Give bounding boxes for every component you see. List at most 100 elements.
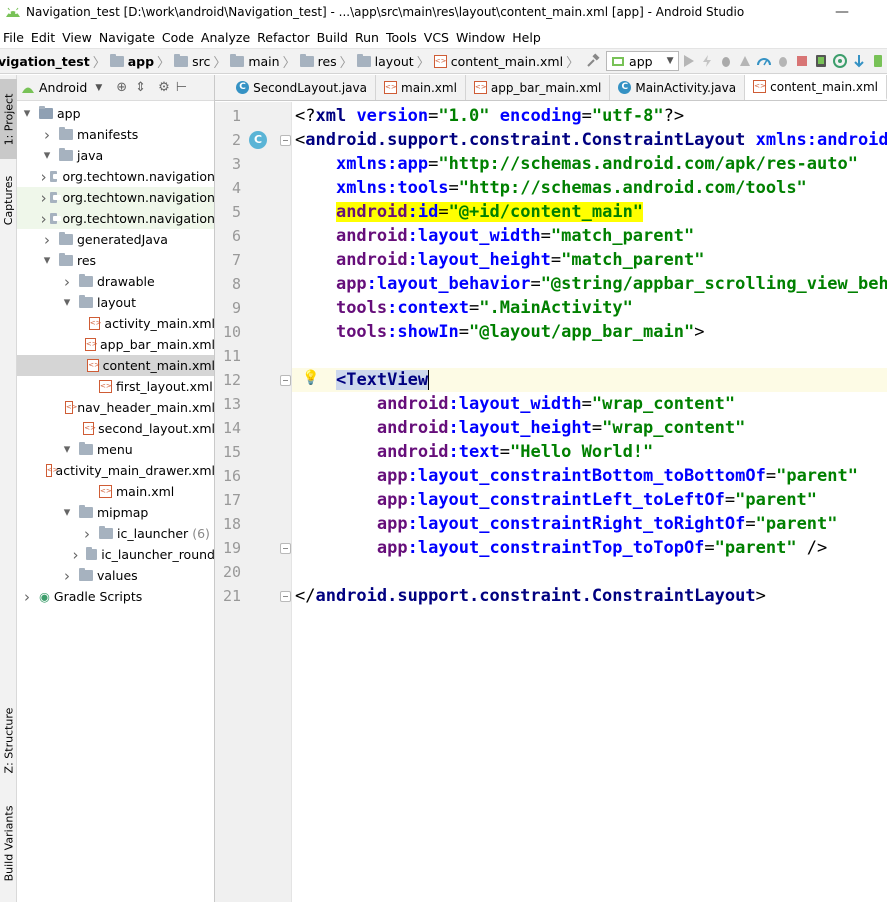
menu-tools[interactable]: Tools	[383, 30, 421, 45]
chevron-right-icon[interactable]: ›	[40, 210, 47, 228]
editor-tab[interactable]: C MainActivity.java	[610, 75, 746, 100]
tree-file-item[interactable]: activity_main.xml	[17, 313, 214, 334]
tree-folder-item[interactable]: › org.techtown.navigation	[17, 166, 214, 187]
editor-tab[interactable]: app_bar_main.xml	[466, 75, 611, 100]
menu-code[interactable]: Code	[159, 30, 198, 45]
line-number: 9	[231, 299, 241, 317]
chevron-right-icon[interactable]: ›	[71, 546, 81, 564]
profile-icon[interactable]	[755, 50, 772, 72]
menu-window[interactable]: Window	[453, 30, 509, 45]
attach-debugger-icon[interactable]	[774, 50, 791, 72]
tree-folder-item[interactable]: ▾ java	[17, 145, 214, 166]
chevron-right-icon[interactable]: ›	[40, 168, 47, 186]
chevron-right-icon[interactable]: ›	[40, 189, 47, 207]
menu-analyze[interactable]: Analyze	[198, 30, 254, 45]
tree-file-item[interactable]: nav_header_main.xml	[17, 397, 214, 418]
captures-tool-tab[interactable]: Captures	[0, 165, 17, 235]
chevron-down-icon[interactable]: ▼	[95, 83, 102, 93]
chevron-down-icon[interactable]: ▾	[61, 442, 73, 457]
chevron-down-icon[interactable]: ▾	[61, 505, 73, 520]
tree-file-item[interactable]: first_layout.xml	[17, 376, 214, 397]
build-variants-tool-tab[interactable]: Build Variants	[0, 793, 17, 893]
coverage-icon[interactable]	[736, 50, 753, 72]
fold-marker-icon[interactable]	[280, 135, 291, 146]
menu-vcs[interactable]: VCS	[421, 30, 453, 45]
sync-gradle-icon[interactable]	[831, 50, 848, 72]
tree-item-label: manifests	[77, 127, 139, 142]
breadcrumb-project[interactable]: vigation_test 〉	[0, 52, 110, 71]
tree-folder-item[interactable]: ▾ mipmap	[17, 502, 214, 523]
chevron-right-icon[interactable]: ›	[21, 588, 33, 606]
tree-file-item[interactable]: activity_main_drawer.xml	[17, 460, 214, 481]
fold-marker-icon[interactable]	[280, 375, 291, 386]
tree-folder-item[interactable]: ▾ res	[17, 250, 214, 271]
run-icon[interactable]	[680, 50, 697, 72]
tree-folder-item[interactable]: › generatedJava	[17, 229, 214, 250]
chevron-right-icon[interactable]: ›	[41, 231, 53, 249]
avd-manager-icon[interactable]	[812, 50, 829, 72]
breadcrumb-app[interactable]: app 〉	[109, 52, 174, 71]
sdk-manager-icon[interactable]	[850, 50, 867, 72]
collapse-all-icon[interactable]: ⇕	[135, 80, 146, 95]
tree-file-item[interactable]: second_layout.xml	[17, 418, 214, 439]
device-manager-icon[interactable]	[869, 50, 886, 72]
tree-folder-item[interactable]: › values	[17, 565, 214, 586]
tree-folder-item[interactable]: › manifests	[17, 124, 214, 145]
tree-folder-item[interactable]: › ◉ Gradle Scripts	[17, 586, 214, 607]
project-tool-tab[interactable]: 1: Project	[0, 79, 17, 159]
locate-icon[interactable]: ⊕	[116, 80, 127, 95]
chevron-down-icon[interactable]: ▾	[61, 295, 73, 310]
breadcrumb-main[interactable]: main 〉	[230, 52, 299, 71]
tree-folder-item[interactable]: ▾ layout	[17, 292, 214, 313]
breadcrumb-file[interactable]: content_main.xml〉	[433, 52, 583, 71]
tree-file-item[interactable]: main.xml	[17, 481, 214, 502]
fold-marker-icon[interactable]	[280, 591, 291, 602]
chevron-right-icon[interactable]: ›	[81, 525, 93, 543]
menu-run[interactable]: Run	[352, 30, 383, 45]
code-editor[interactable]: 💡 <?xml version="1.0" encoding="utf-8"?> <…	[292, 102, 887, 902]
menu-edit[interactable]: Edit	[28, 30, 59, 45]
chevron-down-icon[interactable]: ▾	[41, 148, 53, 163]
hide-panel-icon[interactable]: ⊢	[176, 80, 187, 95]
menu-build[interactable]: Build	[314, 30, 352, 45]
chevron-down-icon[interactable]: ▾	[21, 106, 33, 121]
editor-tab[interactable]: content_main.xml	[745, 75, 887, 100]
chevron-down-icon[interactable]: ▾	[41, 253, 53, 268]
class-reference-icon[interactable]: C	[249, 131, 267, 149]
menu-view[interactable]: View	[59, 30, 96, 45]
chevron-right-icon[interactable]: ›	[61, 567, 73, 585]
breadcrumb-layout[interactable]: layout 〉	[356, 52, 434, 71]
fold-marker-icon[interactable]	[280, 543, 291, 554]
intention-bulb-icon[interactable]: 💡	[302, 370, 319, 386]
tree-folder-item[interactable]: ▾ app	[17, 103, 214, 124]
tree-file-item[interactable]: app_bar_main.xml	[17, 334, 214, 355]
run-config-select[interactable]: app ▼	[606, 51, 679, 71]
tree-folder-item[interactable]: › drawable	[17, 271, 214, 292]
tree-folder-item[interactable]: ▾ menu	[17, 439, 214, 460]
gear-icon[interactable]: ⚙	[158, 80, 170, 95]
tree-file-item[interactable]: content_main.xml	[17, 355, 214, 376]
chevron-right-icon[interactable]: ›	[41, 126, 53, 144]
xml-file-icon	[45, 464, 58, 477]
apply-changes-icon[interactable]	[698, 50, 715, 72]
tree-folder-item[interactable]: › org.techtown.navigation	[17, 208, 214, 229]
tree-folder-item[interactable]: › ic_launcher_round	[17, 544, 214, 565]
code-token: TextView	[346, 370, 429, 390]
tree-folder-item[interactable]: › ic_launcher (6)	[17, 523, 214, 544]
structure-tool-tab[interactable]: Z: Structure	[0, 695, 17, 785]
editor-tab[interactable]: C SecondLayout.java	[228, 75, 376, 100]
menu-navigate[interactable]: Navigate	[96, 30, 159, 45]
debug-icon[interactable]	[717, 50, 734, 72]
hammer-icon[interactable]	[584, 50, 601, 72]
minimize-icon[interactable]: —	[822, 0, 862, 24]
project-view-mode[interactable]: Android	[39, 80, 87, 95]
menu-file[interactable]: File	[0, 30, 28, 45]
menu-refactor[interactable]: Refactor	[254, 30, 313, 45]
chevron-right-icon[interactable]: ›	[61, 273, 73, 291]
breadcrumb-src[interactable]: src 〉	[174, 52, 230, 71]
editor-tab[interactable]: main.xml	[376, 75, 466, 100]
tree-folder-item[interactable]: › org.techtown.navigation	[17, 187, 214, 208]
stop-icon[interactable]	[793, 50, 810, 72]
menu-help[interactable]: Help	[509, 30, 545, 45]
breadcrumb-res[interactable]: res 〉	[299, 52, 357, 71]
